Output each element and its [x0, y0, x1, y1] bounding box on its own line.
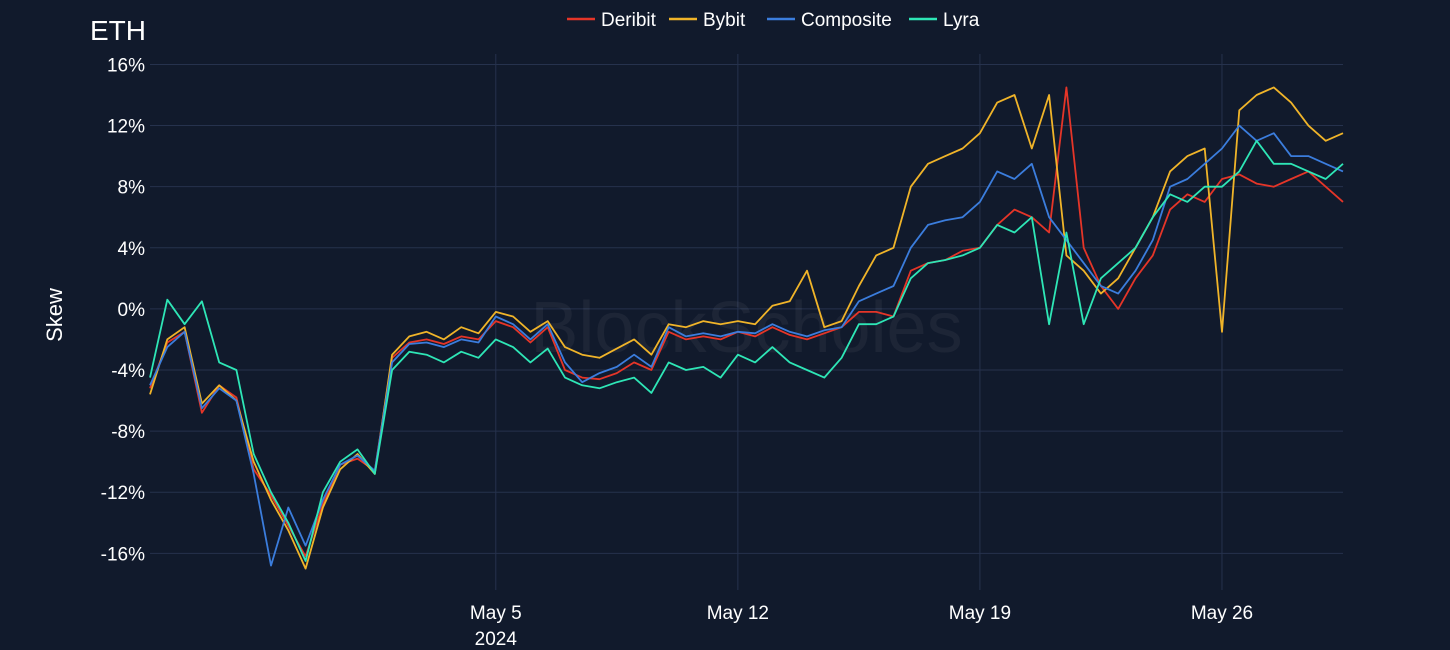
legend-label: Deribit	[601, 10, 657, 31]
y-tick-label: -16%	[101, 544, 145, 565]
legend[interactable]: Deribit Bybit Composite Lyra	[567, 10, 980, 31]
watermark: BlockScholes	[530, 288, 962, 368]
y-tick-label: -12%	[101, 483, 145, 504]
legend-item-bybit[interactable]: Bybit	[669, 10, 746, 31]
x-tick-label: May 26	[1191, 603, 1253, 624]
y-axis-ticks: 16% 12% 8% 4% 0% -4% -8% -12% -16%	[101, 55, 145, 565]
y-tick-label: 4%	[118, 239, 146, 260]
x-tick-label: May 19	[949, 603, 1011, 624]
legend-label: Bybit	[703, 10, 746, 31]
y-tick-label: 0%	[118, 300, 146, 321]
legend-label: Composite	[801, 10, 892, 31]
skew-line-chart: BlockScholes 16%12%8%4%0%-4%-8%-12%-16% …	[42, 10, 1344, 650]
y-tick-label: -8%	[111, 422, 145, 443]
x-axis-ticks: May 5 2024 May 12 May 19 May 26	[470, 603, 1253, 650]
legend-label: Lyra	[943, 10, 980, 31]
x-tick-year-label: 2024	[475, 629, 518, 650]
y-axis-title: Skew	[42, 288, 67, 342]
legend-item-composite[interactable]: Composite	[767, 10, 892, 31]
legend-item-deribit[interactable]: Deribit	[567, 10, 657, 31]
y-tick-label: 16%	[107, 55, 145, 76]
y-tick-label: 8%	[118, 178, 146, 199]
chart-title: ETH	[90, 15, 146, 46]
y-tick-label: -4%	[111, 361, 145, 382]
y-tick-label: 12%	[107, 117, 145, 138]
x-tick-label: May 5	[470, 603, 522, 624]
legend-item-lyra[interactable]: Lyra	[909, 10, 980, 31]
x-tick-label: May 12	[707, 603, 769, 624]
